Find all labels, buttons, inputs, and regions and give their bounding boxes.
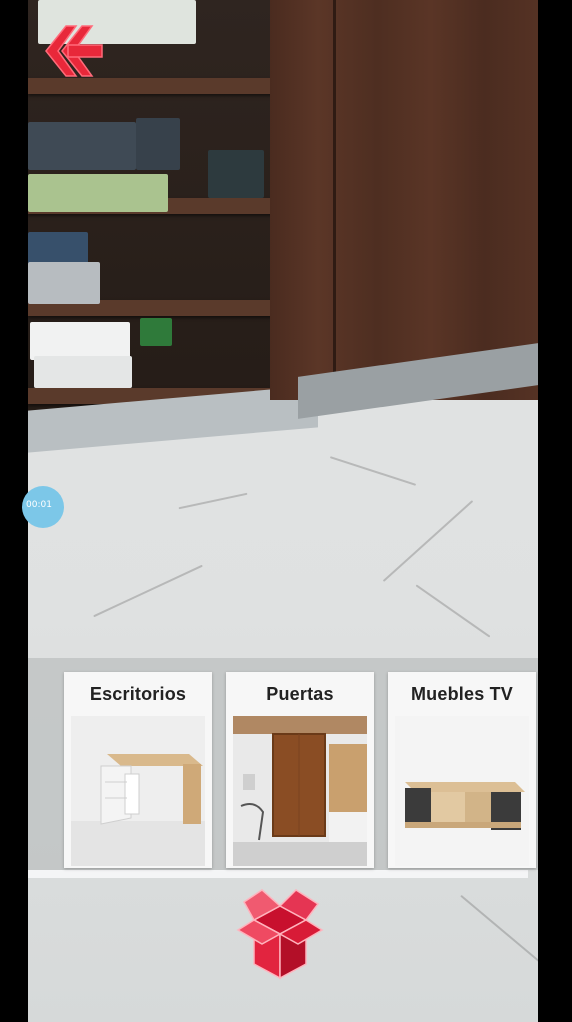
timer-label: 00:01 (26, 500, 52, 510)
tv-stand-image (395, 716, 529, 866)
shelf-box (30, 322, 130, 360)
marble-vein (415, 584, 491, 638)
wood-panel (270, 0, 538, 400)
timer-badge[interactable]: 00:01 (22, 486, 64, 528)
catalog-card-label: Puertas (266, 684, 334, 704)
wood-panel-seam (333, 0, 336, 400)
shelf-box (28, 174, 168, 212)
back-button[interactable] (40, 18, 106, 84)
shelf-box (28, 262, 100, 304)
marble-vein (178, 492, 248, 510)
shelf-box (140, 318, 172, 346)
marble-vein (382, 500, 474, 582)
desk-image (71, 716, 205, 866)
catalog-card-label: Muebles TV (410, 684, 514, 704)
open-catalog-button[interactable] (232, 884, 328, 984)
shelf-box (136, 118, 180, 170)
chevron-double-left-icon (45, 25, 103, 77)
catalog-card-label: Escritorios (89, 684, 187, 704)
marble-vein (93, 564, 203, 618)
drawer-rail (28, 870, 528, 878)
shelf-box (34, 356, 132, 388)
shelf-box (208, 150, 264, 198)
catalog-card-muebles-tv[interactable]: Muebles TV (388, 672, 536, 868)
marble-vein (329, 456, 417, 486)
door-image (233, 716, 367, 866)
shelf-box (28, 122, 136, 170)
catalog-card-puertas[interactable]: Puertas (226, 672, 374, 868)
open-box-icon (236, 889, 324, 980)
shelf-box (28, 232, 88, 264)
marble-vein (460, 894, 538, 968)
ar-screen: 00:01 Escritorios Puertas Muebles TV (0, 0, 572, 1022)
catalog-card-escritorios[interactable]: Escritorios (64, 672, 212, 868)
